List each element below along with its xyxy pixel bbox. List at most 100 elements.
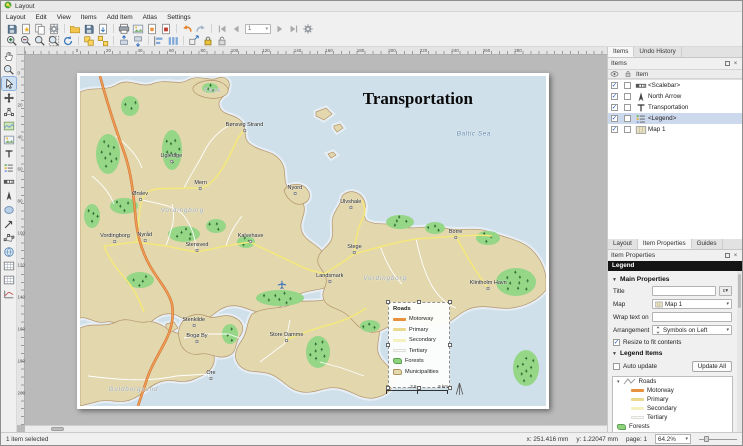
add-html-tool[interactable] <box>2 245 16 258</box>
add-legend-tool[interactable] <box>2 161 16 174</box>
float-panel-icon[interactable] <box>725 253 730 258</box>
tab-items[interactable]: Items <box>608 47 634 57</box>
visibility-checkbox[interactable]: ✓ <box>611 115 618 122</box>
selection-handle[interactable] <box>386 386 390 390</box>
visibility-checkbox[interactable]: ✓ <box>611 82 618 89</box>
align-icon[interactable] <box>152 35 166 47</box>
item-row[interactable]: ✓<Scalebar> <box>608 80 742 91</box>
lower-icon[interactable] <box>131 35 145 47</box>
raise-icon[interactable] <box>117 35 131 47</box>
arrangement-combo[interactable]: Symbols on Left▾ <box>652 325 732 335</box>
layout-page[interactable]: Transportation Baltic SeaFaxeVordingborg… <box>77 73 549 409</box>
duplicate-layout-icon[interactable] <box>33 23 47 35</box>
layout-canvas[interactable]: 020406080100120140160180200220240260280 … <box>17 47 607 432</box>
menu-settings[interactable]: Settings <box>162 14 196 21</box>
layout-manager-icon[interactable] <box>47 23 61 35</box>
export-pdf-icon[interactable] <box>159 23 173 35</box>
legend-tree-node[interactable]: Forests <box>613 422 732 431</box>
resize-icon[interactable] <box>187 35 201 47</box>
close-panel-icon[interactable]: × <box>732 60 739 67</box>
redo-icon[interactable] <box>194 23 208 35</box>
menu-layout[interactable]: Layout <box>1 14 31 21</box>
wrap-text-input[interactable] <box>652 312 732 322</box>
map-title[interactable]: Transportation <box>363 89 473 109</box>
expand-arrow-icon[interactable]: ▾ <box>617 379 620 385</box>
map-legend-item[interactable]: Roads MotorwayPrimarySecondaryTertiaryFo… <box>388 302 450 388</box>
add-map-tool[interactable] <box>2 119 16 132</box>
add-label-tool[interactable] <box>2 147 16 160</box>
ungroup-icon[interactable] <box>96 35 110 47</box>
add-north-tool[interactable] <box>2 189 16 202</box>
selection-handle[interactable] <box>417 300 421 304</box>
export-svg-icon[interactable] <box>145 23 159 35</box>
export-template-icon[interactable] <box>96 23 110 35</box>
refresh-icon[interactable] <box>61 35 75 47</box>
resize-to-fit-checkbox[interactable]: ✓ <box>613 339 620 346</box>
map-item[interactable]: Transportation Baltic SeaFaxeVordingborg… <box>80 76 546 406</box>
visibility-checkbox[interactable]: ✓ <box>611 104 618 111</box>
zoom-in-icon[interactable] <box>5 35 19 47</box>
selection-handle[interactable] <box>386 300 390 304</box>
atlas-prev-icon[interactable] <box>229 23 243 35</box>
add-node-tool[interactable] <box>2 231 16 244</box>
item-row[interactable]: ✓Map 1 <box>608 124 742 135</box>
zoom-full-icon[interactable] <box>47 35 61 47</box>
atlas-page-spinbox[interactable]: 1▾ <box>245 24 271 34</box>
lock-icon[interactable] <box>201 35 215 47</box>
menu-view[interactable]: View <box>52 14 76 21</box>
close-panel-icon[interactable]: × <box>732 252 739 259</box>
item-row[interactable]: ✓North Arrow <box>608 91 742 102</box>
add-profile-tool[interactable] <box>2 287 16 300</box>
selection-handle[interactable] <box>386 343 390 347</box>
atlas-first-icon[interactable] <box>215 23 229 35</box>
canvas-horizontal-scrollbar[interactable] <box>25 425 607 432</box>
visibility-checkbox[interactable]: ✓ <box>611 93 618 100</box>
item-row[interactable]: ✓Transportation <box>608 102 742 113</box>
menu-items[interactable]: Items <box>76 14 102 21</box>
undo-icon[interactable] <box>180 23 194 35</box>
atlas-next-icon[interactable] <box>273 23 287 35</box>
group-icon[interactable] <box>82 35 96 47</box>
legend-tree-node[interactable]: ▾Roads <box>613 377 732 386</box>
selection-handle[interactable] <box>448 343 452 347</box>
properties-scrollbar[interactable] <box>737 271 742 432</box>
tab-guides[interactable]: Guides <box>692 239 723 249</box>
visibility-checkbox[interactable]: ✓ <box>611 126 618 133</box>
save-icon[interactable] <box>5 23 19 35</box>
selection-handle[interactable] <box>448 300 452 304</box>
data-defined-override-button[interactable]: ε▾ <box>719 286 732 296</box>
legend-items-section-header[interactable]: ▼Legend Items <box>612 350 733 357</box>
atlas-last-icon[interactable] <box>287 23 301 35</box>
float-panel-icon[interactable] <box>725 61 730 66</box>
atlas-settings-icon[interactable] <box>301 23 315 35</box>
add-picture-tool[interactable] <box>2 133 16 146</box>
menu-atlas[interactable]: Atlas <box>138 14 162 21</box>
zoom-slider[interactable] <box>699 434 737 444</box>
map-select-combo[interactable]: Map 1▾ <box>652 299 732 309</box>
move-content-tool[interactable] <box>2 91 16 104</box>
lock-checkbox[interactable] <box>624 93 631 100</box>
distribute-icon[interactable] <box>166 35 180 47</box>
auto-update-checkbox[interactable] <box>613 363 620 370</box>
pan-tool[interactable] <box>2 49 16 62</box>
zoom-level-combo[interactable]: 64.2%▾ <box>655 434 691 444</box>
lock-checkbox[interactable] <box>624 126 631 133</box>
new-layout-icon[interactable] <box>19 23 33 35</box>
main-properties-section-header[interactable]: ▼Main Properties <box>612 276 733 283</box>
legend-items-tree[interactable]: ▾RoadsMotorwayPrimarySecondaryTertiaryFo… <box>612 376 733 432</box>
update-all-button[interactable]: Update All <box>692 361 732 372</box>
select-move-tool[interactable] <box>2 77 16 90</box>
zoom-tool-tool[interactable] <box>2 63 16 76</box>
unlock-icon[interactable] <box>215 35 229 47</box>
lock-checkbox[interactable] <box>624 115 631 122</box>
selection-handle[interactable] <box>417 386 421 390</box>
lock-checkbox[interactable] <box>624 82 631 89</box>
north-arrow-item[interactable] <box>454 382 465 398</box>
legend-tree-node[interactable]: Primary <box>613 395 732 404</box>
legend-tree-node[interactable]: Motorway <box>613 386 732 395</box>
zoom-actual-icon[interactable] <box>33 35 47 47</box>
add-fixed-table-tool[interactable] <box>2 273 16 286</box>
add-scalebar-tool[interactable] <box>2 175 16 188</box>
tab-item-properties[interactable]: Item Properties <box>638 239 692 249</box>
tab-undo-history[interactable]: Undo History <box>634 47 681 57</box>
